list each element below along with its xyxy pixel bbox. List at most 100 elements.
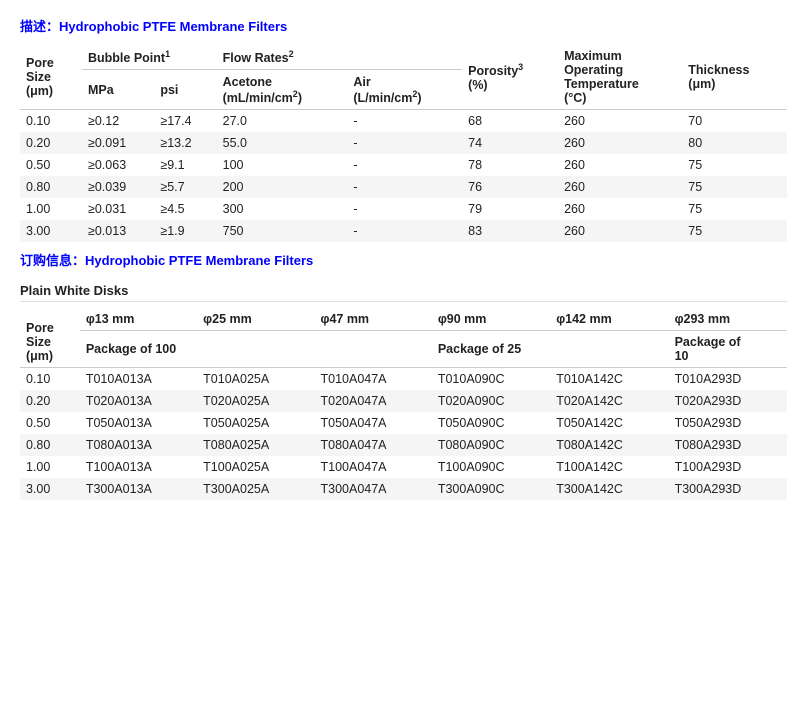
prop-maxtemp: 260 [558, 198, 682, 220]
prop-porosity: 78 [462, 154, 558, 176]
prod-d13: T300A013A [80, 478, 197, 500]
prop-porosity: 76 [462, 176, 558, 198]
prop-mpa: ≥0.013 [82, 220, 154, 242]
prod-d13: T010A013A [80, 368, 197, 391]
prop-thickness: 80 [682, 132, 787, 154]
prod-d47: T300A047A [315, 478, 432, 500]
header-flow-rates: Flow Rates2 [217, 45, 463, 70]
prop-pore: 0.20 [20, 132, 82, 154]
prod-d293: T300A293D [669, 478, 787, 500]
ph-pkg10: Package of10 [669, 331, 787, 368]
prod-pore: 0.10 [20, 368, 80, 391]
product-row: 3.00 T300A013A T300A025A T300A047A T300A… [20, 478, 787, 500]
prod-d90: T050A090C [432, 412, 550, 434]
prop-mpa: ≥0.063 [82, 154, 154, 176]
prop-thickness: 70 [682, 110, 787, 133]
ph-d13: φ13 mm [80, 308, 197, 331]
prop-thickness: 75 [682, 154, 787, 176]
header-acetone: Acetone(mL/min/cm2) [217, 70, 348, 110]
description-text: Hydrophobic PTFE Membrane Filters [59, 19, 287, 34]
prop-psi: ≥5.7 [154, 176, 216, 198]
prop-pore: 0.80 [20, 176, 82, 198]
prod-d142: T300A142C [550, 478, 668, 500]
prop-acetone: 300 [217, 198, 348, 220]
prod-d142: T050A142C [550, 412, 668, 434]
order-info-prefix: 订购信息： [20, 253, 85, 268]
prop-mpa: ≥0.031 [82, 198, 154, 220]
prop-air: - [347, 176, 462, 198]
prop-air: - [347, 198, 462, 220]
prop-acetone: 200 [217, 176, 348, 198]
prod-d293: T010A293D [669, 368, 787, 391]
prod-d90: T080A090C [432, 434, 550, 456]
prod-d47: T020A047A [315, 390, 432, 412]
prop-psi: ≥17.4 [154, 110, 216, 133]
prod-d142: T020A142C [550, 390, 668, 412]
prod-d25: T010A025A [197, 368, 314, 391]
properties-row: 0.20 ≥0.091 ≥13.2 55.0 - 74 260 80 [20, 132, 787, 154]
description-prefix: 描述： [20, 19, 59, 34]
prod-d293: T050A293D [669, 412, 787, 434]
prod-d293: T080A293D [669, 434, 787, 456]
prop-psi: ≥9.1 [154, 154, 216, 176]
prod-d13: T050A013A [80, 412, 197, 434]
prop-thickness: 75 [682, 176, 787, 198]
prop-mpa: ≥0.12 [82, 110, 154, 133]
prop-maxtemp: 260 [558, 220, 682, 242]
prod-d13: T100A013A [80, 456, 197, 478]
header-porosity: Porosity3(%) [462, 45, 558, 110]
product-row: 0.80 T080A013A T080A025A T080A047A T080A… [20, 434, 787, 456]
order-info: 订购信息：Hydrophobic PTFE Membrane Filters [20, 250, 787, 269]
properties-row: 0.50 ≥0.063 ≥9.1 100 - 78 260 75 [20, 154, 787, 176]
properties-row: 0.80 ≥0.039 ≥5.7 200 - 76 260 75 [20, 176, 787, 198]
prod-d90: T010A090C [432, 368, 550, 391]
prop-pore: 0.10 [20, 110, 82, 133]
product-row: 0.20 T020A013A T020A025A T020A047A T020A… [20, 390, 787, 412]
prod-d293: T100A293D [669, 456, 787, 478]
prod-d47: T010A047A [315, 368, 432, 391]
product-row: 1.00 T100A013A T100A025A T100A047A T100A… [20, 456, 787, 478]
header-air: Air(L/min/cm2) [347, 70, 462, 110]
prod-d25: T300A025A [197, 478, 314, 500]
prop-porosity: 83 [462, 220, 558, 242]
header-max-temp: MaximumOperatingTemperature(°C) [558, 45, 682, 110]
prop-pore: 1.00 [20, 198, 82, 220]
description: 描述：Hydrophobic PTFE Membrane Filters [20, 16, 787, 35]
ph-d47: φ47 mm [315, 308, 432, 331]
prod-d47: T100A047A [315, 456, 432, 478]
properties-row: 3.00 ≥0.013 ≥1.9 750 - 83 260 75 [20, 220, 787, 242]
prop-pore: 0.50 [20, 154, 82, 176]
properties-row: 0.10 ≥0.12 ≥17.4 27.0 - 68 260 70 [20, 110, 787, 133]
ph-d293: φ293 mm [669, 308, 787, 331]
prop-air: - [347, 110, 462, 133]
prop-porosity: 79 [462, 198, 558, 220]
prop-thickness: 75 [682, 220, 787, 242]
prop-thickness: 75 [682, 198, 787, 220]
prod-d47: T050A047A [315, 412, 432, 434]
prod-d90: T020A090C [432, 390, 550, 412]
ph-d25: φ25 mm [197, 308, 314, 331]
prop-porosity: 68 [462, 110, 558, 133]
prod-pore: 0.50 [20, 412, 80, 434]
prop-acetone: 27.0 [217, 110, 348, 133]
prod-d25: T050A025A [197, 412, 314, 434]
prod-d25: T080A025A [197, 434, 314, 456]
prop-maxtemp: 260 [558, 132, 682, 154]
ph-pkg25: Package of 25 [432, 331, 669, 368]
prod-d13: T080A013A [80, 434, 197, 456]
prop-mpa: ≥0.091 [82, 132, 154, 154]
header-bubble-point: Bubble Point1 [82, 45, 217, 70]
prod-d90: T100A090C [432, 456, 550, 478]
prop-psi: ≥1.9 [154, 220, 216, 242]
prop-acetone: 55.0 [217, 132, 348, 154]
prop-air: - [347, 154, 462, 176]
prop-air: - [347, 132, 462, 154]
prod-d142: T080A142C [550, 434, 668, 456]
prop-psi: ≥13.2 [154, 132, 216, 154]
prod-d293: T020A293D [669, 390, 787, 412]
properties-table: PoreSize(μm) Bubble Point1 Flow Rates2 P… [20, 45, 787, 242]
ph-d90: φ90 mm [432, 308, 550, 331]
prop-acetone: 100 [217, 154, 348, 176]
product-table: PoreSize(μm) φ13 mm φ25 mm φ47 mm φ90 mm… [20, 308, 787, 500]
header-mpa: MPa [82, 70, 154, 110]
